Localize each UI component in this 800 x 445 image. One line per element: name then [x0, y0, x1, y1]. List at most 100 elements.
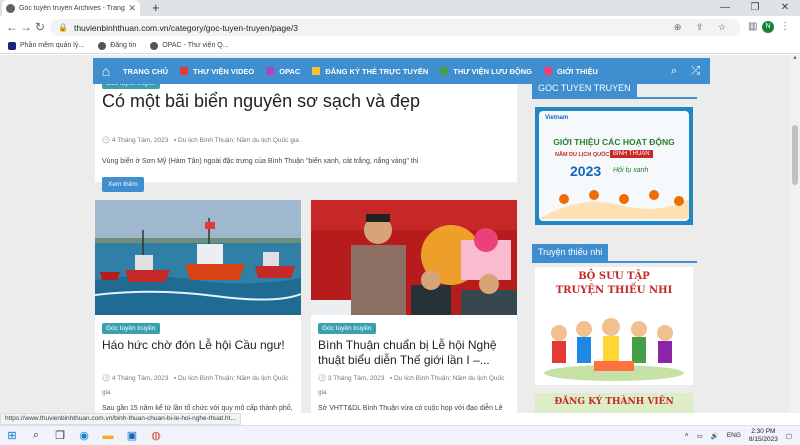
article-title[interactable]: Có một bãi biển nguyên sơ sạch và đẹp: [102, 91, 420, 112]
bookmark-label: OPAC - Thư viện Q...: [162, 42, 229, 49]
scroll-up-icon[interactable]: ▲: [790, 55, 800, 61]
national-tourism-banner[interactable]: Vietnam GIỚI THIỆU CÁC HOẠT ĐỘNG NĂM DU …: [535, 107, 693, 225]
edge-icon[interactable]: ◉: [72, 429, 96, 442]
bookmark-item[interactable]: OPAC - Thư viện Q...: [150, 41, 229, 50]
article-categories[interactable]: Du lịch Bình Thuận; Năm du lịch Quốc gia: [178, 137, 299, 144]
menu-register-card[interactable]: ĐĂNG KÝ THẺ TRỰC TUYẾN: [312, 67, 428, 76]
bookmarks-bar: Phần mềm quản lý... Đăng tin OPAC - Thư …: [0, 38, 800, 54]
windows-start-icon[interactable]: ⊞: [0, 429, 24, 442]
reload-button[interactable]: ↻: [32, 19, 48, 35]
register-member-banner[interactable]: ĐĂNG KÝ THÀNH VIÊN: [535, 393, 693, 413]
children-illustration: [544, 318, 684, 381]
article-excerpt: Vùng biển ở Sơn Mỹ (Hàm Tân) ngoài đặc t…: [102, 158, 419, 165]
catalog-icon: [266, 67, 275, 75]
address-bar[interactable]: 🔒 thuvienbinhthuan.com.vn/category/goc-t…: [50, 19, 740, 36]
menu-label: THƯ VIỆN LƯU ĐỘNG: [453, 66, 532, 76]
banner-slogan: Hội tụ xanh: [613, 167, 649, 174]
read-more-button[interactable]: Xem thêm: [102, 177, 144, 192]
bookmark-label: Đăng tin: [110, 42, 137, 49]
browser-tab[interactable]: Góc tuyên truyền Archives - Trang 3 ✕: [2, 0, 140, 16]
meeting-photo[interactable]: [311, 200, 517, 315]
category-badge[interactable]: Góc tuyên truyền: [102, 323, 160, 334]
article-excerpt: Sau gần 15 năm kể từ lần tổ chức với quy…: [102, 405, 293, 412]
register-banner-text: ĐĂNG KÝ THÀNH VIÊN: [554, 397, 674, 407]
article-meta: 🕓 4 Tháng Tám, 2023 ▪ Du lịch Bình Thuận…: [102, 372, 298, 400]
menu-home[interactable]: TRANG CHỦ: [123, 67, 168, 76]
category-badge[interactable]: Góc tuyên truyền: [318, 323, 376, 334]
task-view-icon[interactable]: ❐: [48, 429, 72, 442]
chrome-icon[interactable]: ◍: [144, 429, 168, 442]
word-icon[interactable]: ▣: [120, 429, 144, 442]
article-date: 4 Tháng Tám, 2023: [111, 137, 169, 144]
menu-label: THƯ VIỆN VIDEO: [193, 66, 255, 76]
article-meta: 🕓 3 Tháng Tám, 2023 ▪ Du lịch Bình Thuận…: [318, 372, 514, 400]
bookmark-icon: [8, 41, 16, 50]
notification-icon[interactable]: ▢: [786, 432, 792, 440]
chevron-up-icon[interactable]: ˄: [685, 432, 689, 439]
close-icon[interactable]: ✕: [128, 3, 136, 14]
clock[interactable]: 2:30 PM 8/15/2023: [749, 428, 778, 444]
bookmark-item[interactable]: Phần mềm quản lý...: [8, 41, 85, 50]
url-text[interactable]: thuvienbinhthuan.com.vn/category/goc-tuy…: [74, 23, 674, 33]
scrollbar-thumb[interactable]: [792, 125, 798, 185]
vertical-scrollbar[interactable]: ▲: [790, 55, 800, 413]
clock-icon: 🕓: [102, 137, 112, 144]
windows-taskbar: ⊞ ⌕ ❐ ◉ ▬ ▣ ◍ ˄ ▭ 🔊 ENG 2:30 PM 8/15/202…: [0, 425, 800, 445]
menu-label: OPAC: [279, 66, 301, 76]
omnibox-actions[interactable]: ⊕ ⇪ ☆: [674, 22, 732, 33]
tab-title: Góc tuyên truyền Archives - Trang 3: [19, 4, 126, 12]
article-meta: 🕓 4 Tháng Tám, 2023 ▪ Du lịch Bình Thuận…: [102, 136, 299, 144]
comic-title-1: BỘ SƯU TẬP: [578, 271, 650, 282]
sidebar-toggle-icon[interactable]: ▥: [748, 19, 757, 35]
clock-icon: 🕓: [102, 375, 112, 382]
tourism-logo: Vietnam: [545, 115, 569, 121]
menu-mobile-library[interactable]: THƯ VIỆN LƯU ĐỘNG: [440, 67, 532, 76]
site-navigation: ⌂ TRANG CHỦ THƯ VIỆN VIDEO OPAC ĐĂNG KÝ …: [93, 58, 710, 84]
menu-video[interactable]: THƯ VIỆN VIDEO: [180, 67, 254, 76]
clock-date: 8/15/2023: [748, 435, 778, 443]
link-status-bar: https://www.thuvienbinhthuan.com.vn/binh…: [0, 413, 241, 425]
search-icon[interactable]: ⌕: [24, 429, 48, 442]
globe-icon: [98, 41, 107, 50]
home-icon[interactable]: ⌂: [93, 63, 119, 79]
network-icon[interactable]: ▭: [697, 432, 703, 440]
language-indicator[interactable]: ENG: [727, 432, 741, 439]
file-explorer-icon[interactable]: ▬: [96, 430, 120, 442]
article-excerpt: Sở VHTT&DL Bình Thuận vừa có cuộc họp vớ…: [318, 405, 503, 412]
menu-label: GIỚI THIỆU: [556, 66, 598, 76]
maximize-button[interactable]: ❐: [740, 0, 770, 16]
shuffle-icon[interactable]: ⤮: [691, 65, 700, 78]
minimize-button[interactable]: —: [710, 0, 740, 16]
profile-avatar[interactable]: N: [762, 21, 774, 33]
new-tab-button[interactable]: +: [152, 0, 160, 16]
article-date: 3 Tháng Tám, 2023: [327, 375, 385, 382]
article-title[interactable]: Háo hức chờ đón Lễ hội Cầu ngư!: [102, 338, 298, 353]
widget-divider: [532, 97, 697, 99]
toolbar: ← → ↻ 🔒 thuvienbinhthuan.com.vn/category…: [0, 16, 800, 38]
menu-opac[interactable]: OPAC: [266, 67, 300, 76]
search-icon[interactable]: ⌕: [671, 65, 677, 78]
bus-icon: [440, 67, 449, 75]
menu-icon[interactable]: ⋮: [780, 19, 790, 35]
page-viewport: Góc tuyên truyền Có một bãi biển nguyên …: [0, 55, 790, 413]
title-bar: Góc tuyên truyền Archives - Trang 3 ✕ + …: [0, 0, 800, 16]
article-title[interactable]: Bình Thuận chuẩn bị Lễ hội Nghệ thuật bi…: [318, 338, 514, 368]
window-close-button[interactable]: ✕: [770, 0, 800, 16]
system-tray: ˄ ▭ 🔊 ENG 2:30 PM 8/15/2023 ▢: [685, 428, 800, 444]
menu-about[interactable]: GIỚI THIỆU: [543, 66, 598, 76]
children-stories-banner[interactable]: BỘ SƯU TẬP TRUYỆN THIẾU NHI: [535, 267, 693, 385]
article-card: Góc tuyên truyền Bình Thuận chuẩn bị Lễ …: [311, 200, 517, 413]
clock-time: 2:30 PM: [751, 427, 776, 435]
banner-heading: GIỚI THIỆU CÁC HOẠT ĐỘNG: [553, 137, 675, 147]
bookmark-item[interactable]: Đăng tin: [98, 41, 137, 50]
menu-label: TRANG CHỦ: [123, 66, 168, 76]
volume-icon[interactable]: 🔊: [711, 432, 719, 440]
boats-photo[interactable]: [95, 200, 301, 315]
lock-icon: 🔒: [58, 23, 68, 32]
card-icon: [312, 67, 321, 75]
featured-article: Góc tuyên truyền Có một bãi biển nguyên …: [95, 77, 517, 192]
bookmark-label: Phần mềm quản lý...: [20, 42, 85, 49]
nav-actions: ⌕ ⤮: [671, 65, 710, 78]
clock-icon: 🕓: [318, 375, 328, 382]
banner-year: 2023: [570, 163, 602, 179]
